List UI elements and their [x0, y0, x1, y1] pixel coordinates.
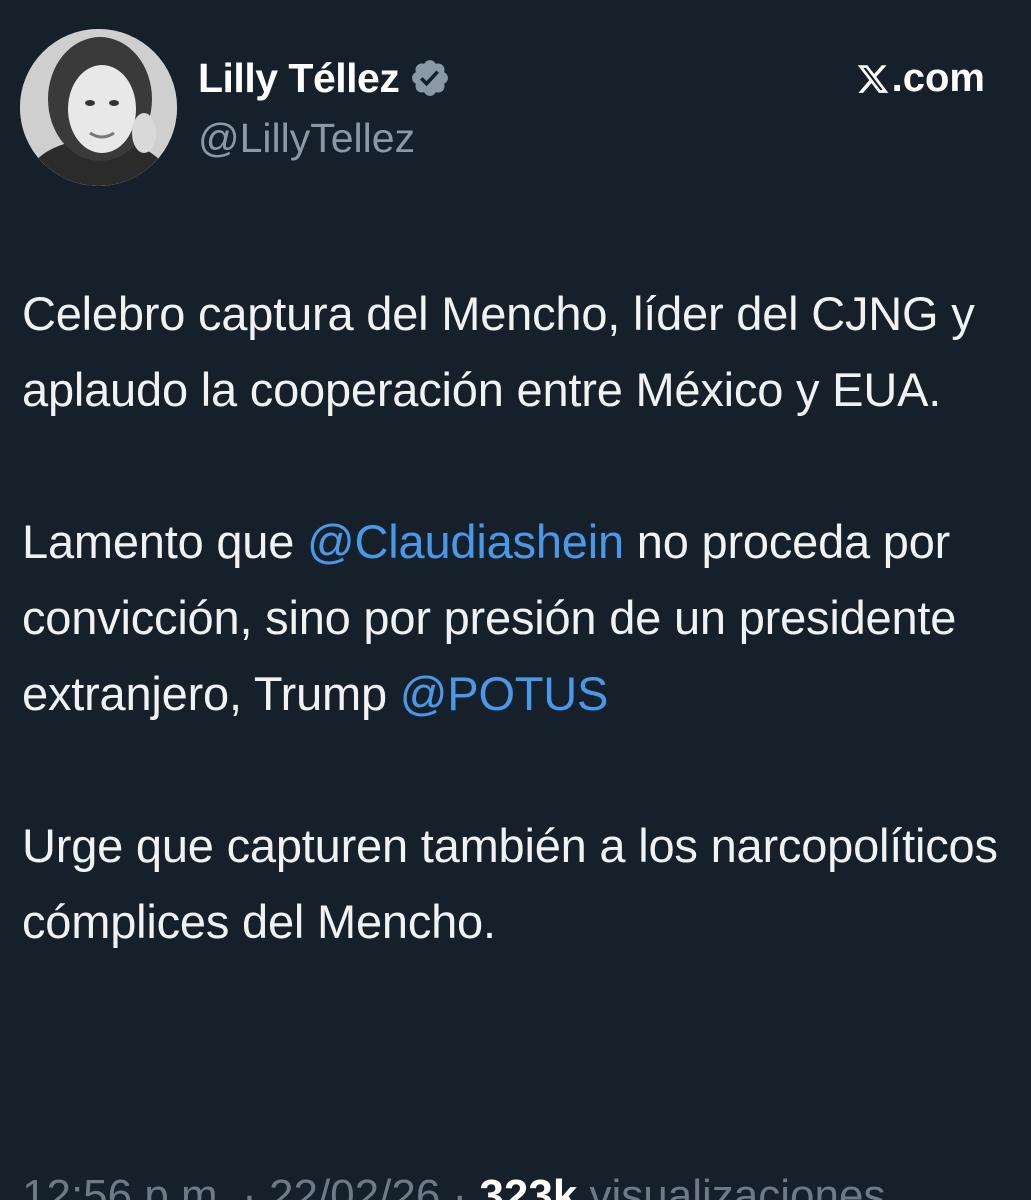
x-com-watermark: .com	[856, 56, 985, 101]
author-name-row[interactable]: Lilly Téllez	[198, 52, 451, 104]
x-com-label: .com	[891, 56, 985, 100]
tweet-paragraph-3: Urge que capturen también a los narcopol…	[22, 819, 998, 948]
tweet-text: Celebro captura del Mencho, líder del CJ…	[22, 276, 1012, 960]
view-count-label: visualizaciones	[577, 1171, 886, 1200]
x-logo-icon	[857, 64, 888, 93]
meta-separator: ·	[440, 1171, 480, 1200]
tweet-paragraph-1: Celebro captura del Mencho, líder del CJ…	[22, 287, 975, 416]
view-count: 323k	[479, 1171, 578, 1200]
avatar-photo	[20, 29, 177, 186]
tweet-meta: 12:56 p.m. · 22/02/26 · 323k visualizaci…	[22, 1166, 885, 1200]
meta-separator: ·	[229, 1171, 270, 1200]
avatar[interactable]	[20, 29, 177, 186]
tweet-text-segment: Lamento que	[22, 515, 308, 568]
verified-badge-icon	[412, 60, 449, 96]
author-name[interactable]: Lilly Téllez	[198, 55, 400, 102]
tweet-time[interactable]: 12:56 p.m.	[22, 1171, 230, 1200]
author-handle[interactable]: @LillyTellez	[198, 115, 415, 162]
tweet-date[interactable]: 22/02/26	[269, 1171, 440, 1200]
mention-link-claudiashein[interactable]: @Claudiashein	[307, 515, 624, 568]
tweet-paragraph-2: Lamento que @Claudiashein no proceda por…	[22, 504, 1012, 732]
mention-link-potus[interactable]: @POTUS	[400, 667, 609, 720]
tweet-card: Lilly Téllez @LillyTellez .com Celebro c…	[0, 0, 1031, 1200]
